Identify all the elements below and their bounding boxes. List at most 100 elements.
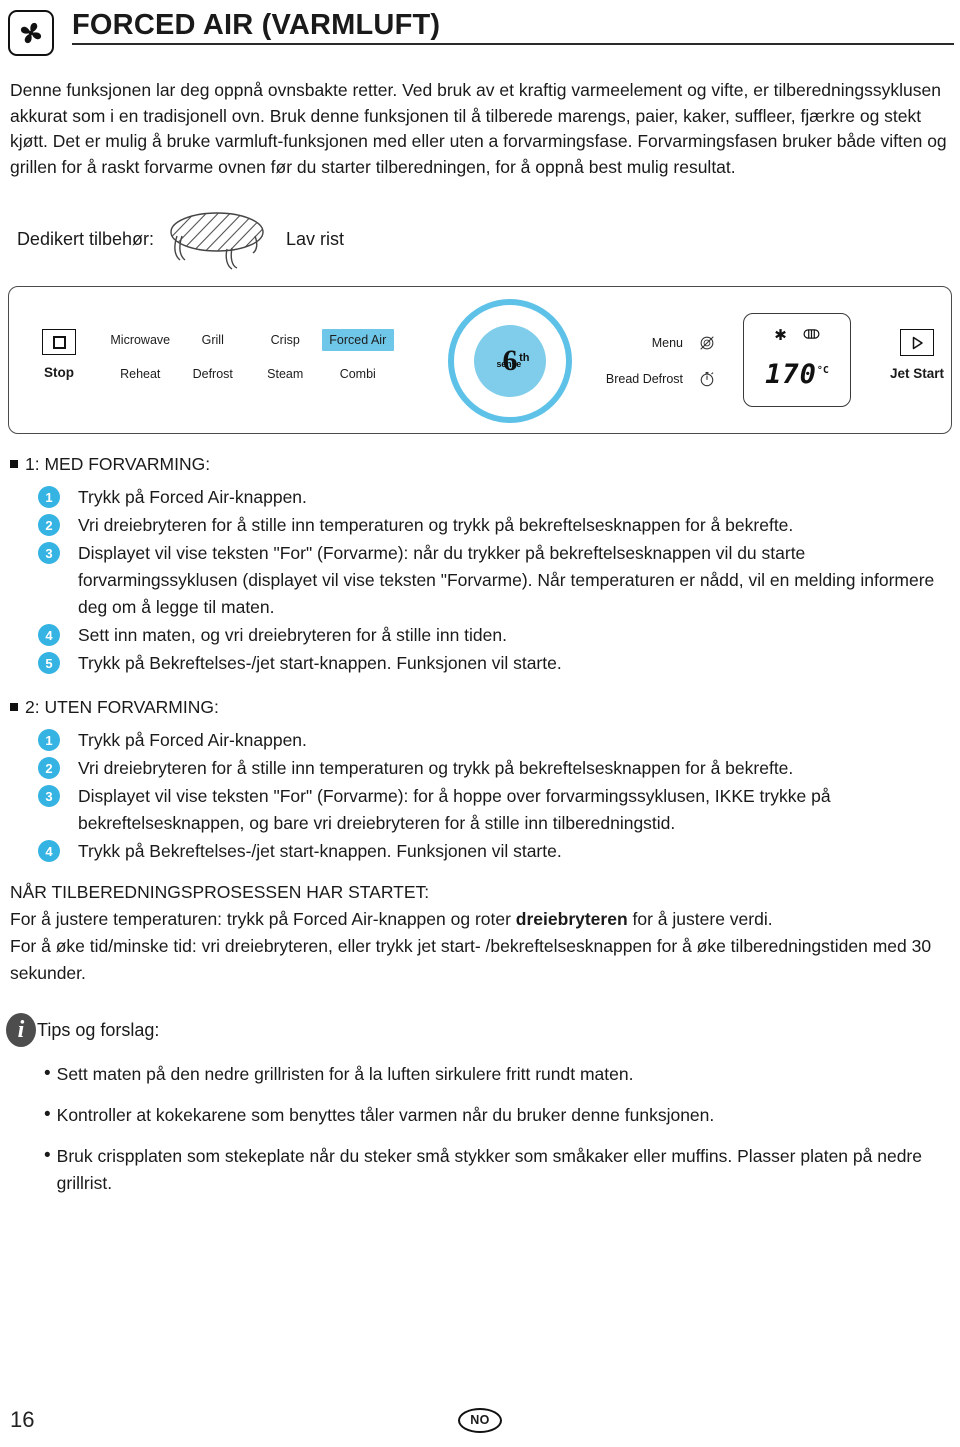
mode-button-microwave[interactable]: Microwave <box>104 329 177 351</box>
procedure-2-heading-text: 2: UTEN FORVARMING: <box>25 697 219 717</box>
procedure-1-heading-text: 1: MED FORVARMING: <box>25 454 211 474</box>
step-number-badge: 4 <box>38 624 60 646</box>
step-number-badge: 3 <box>38 785 60 807</box>
step-text: Trykk på Forced Air-knappen. <box>78 730 307 750</box>
snowflake-icon: ✱ <box>774 327 787 344</box>
accessory-row: Dedikert tilbehør: Lav rist <box>0 200 960 278</box>
list-item: 2 Vri dreiebryteren for å stille inn tem… <box>10 755 960 782</box>
jet-start-label: Jet Start <box>889 366 945 381</box>
display-temperature-unit: °C <box>816 365 829 376</box>
list-item: 2 Vri dreiebryteren for å stille inn tem… <box>10 512 960 539</box>
list-item: 3 Displayet vil vise teksten "For" (Forv… <box>10 783 960 837</box>
bread-defrost-button[interactable]: Bread Defrost <box>597 367 717 391</box>
low-rack-icon <box>158 206 276 272</box>
fan-icon <box>8 10 54 56</box>
tips-section: i Tips og forslag: • Sett maten på den n… <box>0 1013 960 1197</box>
display-temperature: 170°C <box>744 359 850 390</box>
list-item: 1 Trykk på Forced Air-knappen. <box>10 484 960 511</box>
square-bullet-icon <box>10 703 18 711</box>
note-line-1a: For å justere temperaturen: trykk på For… <box>10 909 516 929</box>
menu-buttons: Menu Bread Defrost <box>597 331 717 391</box>
step-number-badge: 1 <box>38 729 60 751</box>
tips-list: • Sett maten på den nedre grillristen fo… <box>6 1061 960 1197</box>
tip-text: Sett maten på den nedre grillristen for … <box>56 1064 634 1084</box>
procedure-1-steps: 1 Trykk på Forced Air-knappen. 2 Vri dre… <box>10 484 960 677</box>
mode-button-defrost[interactable]: Defrost <box>177 363 250 385</box>
language-badge: NO <box>458 1407 502 1433</box>
knob-digit: 6 th sense <box>497 346 530 376</box>
page-title: FORCED AIR (VARMLUFT) <box>72 9 441 41</box>
control-panel: Stop Microwave Grill Crisp Forced Air Re… <box>8 286 952 434</box>
step-number-badge: 1 <box>38 486 60 508</box>
mode-button-combi[interactable]: Combi <box>322 363 395 385</box>
mode-button-grill[interactable]: Grill <box>177 329 250 351</box>
list-item: 4 Sett inn maten, og vri dreiebryteren f… <box>10 622 960 649</box>
stop-label: Stop <box>44 365 74 380</box>
step-text: Trykk på Bekreftelses-/jet start-knappen… <box>78 653 562 673</box>
procedure-section-2: 2: UTEN FORVARMING: 1 Trykk på Forced Ai… <box>0 695 960 865</box>
sixth-sense-knob[interactable]: 6 th sense <box>442 299 578 423</box>
mode-button-reheat[interactable]: Reheat <box>104 363 177 385</box>
stop-square-icon <box>42 329 76 355</box>
timer-icon <box>697 369 717 389</box>
accessory-name: Lav rist <box>286 228 345 249</box>
intro-paragraph: Denne funksjonen lar deg oppnå ovnsbakte… <box>10 78 950 180</box>
bullet-dot-icon: • <box>44 1063 51 1084</box>
note-line-2: For å øke tid/minske tid: vri dreiebryte… <box>10 936 932 983</box>
step-number-badge: 2 <box>38 757 60 779</box>
square-bullet-icon <box>10 460 18 468</box>
note-line-1b: dreiebryteren <box>515 909 628 929</box>
bullet-dot-icon: • <box>44 1104 51 1125</box>
after-start-note: NÅR TILBEREDNINGSPROSESSEN HAR STARTET: … <box>10 879 950 987</box>
knob-word: sense <box>496 359 522 369</box>
procedure-1-heading: 1: MED FORVARMING: <box>10 452 960 476</box>
mode-buttons: Microwave Grill Crisp Forced Air Reheat … <box>104 329 394 385</box>
note-line-1: For å justere temperaturen: trykk på For… <box>10 906 950 933</box>
step-number-badge: 5 <box>38 652 60 674</box>
crossed-plate-icon <box>697 333 717 353</box>
list-item: • Kontroller at kokekarene som benyttes … <box>44 1102 960 1129</box>
mode-button-steam[interactable]: Steam <box>249 363 322 385</box>
header-divider <box>72 43 954 45</box>
menu-button[interactable]: Menu <box>597 331 717 355</box>
page-header: FORCED AIR (VARMLUFT) <box>0 0 960 64</box>
intro-text: Denne funksjonen lar deg oppnå ovnsbakte… <box>10 80 947 177</box>
procedure-section-1: 1: MED FORVARMING: 1 Trykk på Forced Air… <box>0 452 960 677</box>
step-text: Vri dreiebryteren for å stille inn tempe… <box>78 515 794 535</box>
display-temperature-value: 170 <box>765 359 817 390</box>
info-icon: i <box>6 1013 36 1047</box>
knob-center[interactable]: 6 th sense <box>474 325 546 397</box>
display-screen: ✱ 170°C <box>743 313 851 407</box>
mode-row-2: Reheat Defrost Steam Combi <box>104 363 394 385</box>
jet-start-button[interactable]: Jet Start <box>885 329 949 381</box>
procedure-2-heading: 2: UTEN FORVARMING: <box>10 695 960 719</box>
step-text: Trykk på Forced Air-knappen. <box>78 487 307 507</box>
accessory-label: Dedikert tilbehør: <box>16 229 154 249</box>
list-item: 5 Trykk på Bekreftelses-/jet start-knapp… <box>10 650 960 677</box>
step-text: Sett inn maten, og vri dreiebryteren for… <box>78 625 507 645</box>
mode-button-crisp[interactable]: Crisp <box>249 329 322 351</box>
list-item: 4 Trykk på Bekreftelses-/jet start-knapp… <box>10 838 960 865</box>
display-status-icons: ✱ <box>744 327 850 345</box>
note-heading: NÅR TILBEREDNINGSPROSESSEN HAR STARTET: <box>10 882 430 902</box>
play-triangle-icon <box>900 329 934 356</box>
menu-label: Menu <box>651 336 683 350</box>
step-text: Vri dreiebryteren for å stille inn tempe… <box>78 758 794 778</box>
tip-text: Kontroller at kokekarene som benyttes tå… <box>56 1105 715 1125</box>
bread-defrost-label: Bread Defrost <box>605 372 683 386</box>
step-text: Trykk på Bekreftelses-/jet start-knappen… <box>78 841 562 861</box>
page-footer: 16 NO <box>0 1407 960 1433</box>
list-item: 1 Trykk på Forced Air-knappen. <box>10 727 960 754</box>
step-number-badge: 2 <box>38 514 60 536</box>
procedure-2-steps: 1 Trykk på Forced Air-knappen. 2 Vri dre… <box>10 727 960 865</box>
tip-text: Bruk crispplaten som stekeplate når du s… <box>56 1146 922 1193</box>
note-line-1c: for å justere verdi. <box>627 909 773 929</box>
tips-header: i Tips og forslag: <box>6 1013 960 1047</box>
fan-heater-icon <box>803 327 820 345</box>
step-text: Displayet vil vise teksten "For" (Forvar… <box>78 786 831 833</box>
stop-button[interactable]: Stop <box>31 329 87 380</box>
knob-ring: 6 th sense <box>448 299 572 423</box>
list-item: • Bruk crispplaten som stekeplate når du… <box>44 1143 960 1197</box>
step-text: Displayet vil vise teksten "For" (Forvar… <box>78 543 935 617</box>
mode-button-forced-air[interactable]: Forced Air <box>321 329 394 351</box>
